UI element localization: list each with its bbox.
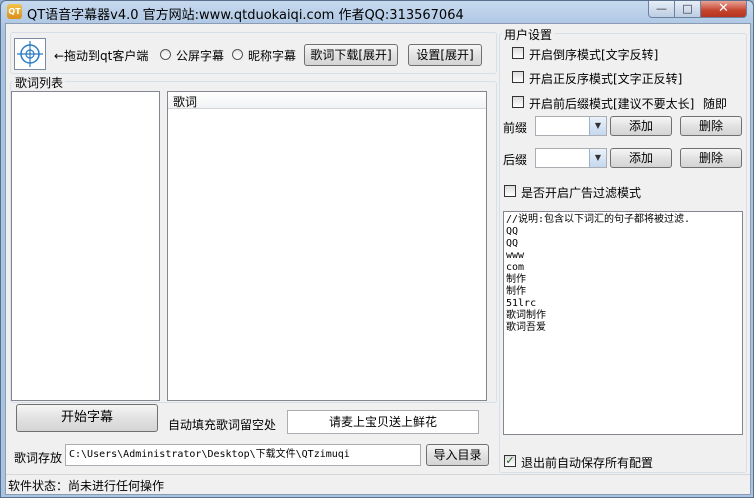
filter-word-line: 制作 <box>506 286 526 297</box>
forward-reverse-mode-label: 开启正反序模式[文字正反转] <box>529 72 683 86</box>
ad-filter-checkbox[interactable] <box>504 185 516 197</box>
filter-word-line: www <box>506 250 525 261</box>
lyrics-column-header[interactable]: 歌词 <box>168 92 465 109</box>
status-bar: 软件状态：尚未进行任何操作 <box>6 474 750 495</box>
public-subtitle-radio[interactable] <box>160 49 171 60</box>
minimize-button[interactable]: — <box>648 1 675 18</box>
public-subtitle-label: 公屏字幕 <box>176 49 225 63</box>
lyrics-download-button[interactable]: 歌词下载[展开] <box>304 44 398 66</box>
prefix-label: 前缀 <box>503 121 528 135</box>
filter-word-line: 制作 <box>506 274 526 285</box>
lyrics-file-list[interactable] <box>11 91 160 401</box>
lyrics-column-header-label: 歌词 <box>173 95 198 109</box>
suffix-label: 后缀 <box>503 153 528 167</box>
reverse-mode-label: 开启倒序模式[文字反转] <box>529 48 659 62</box>
import-directory-button[interactable]: 导入目录 <box>426 444 489 466</box>
random-label: 随即 <box>703 97 728 111</box>
suffix-delete-button[interactable]: 删除 <box>680 148 742 168</box>
prefix-chevron-down-icon[interactable]: ▼ <box>589 117 606 135</box>
filter-word-line: 51lrc <box>506 298 537 309</box>
suffix-chevron-down-icon[interactable]: ▼ <box>589 149 606 167</box>
prefix-delete-button[interactable]: 删除 <box>680 116 742 136</box>
user-settings-title: 用户设置 <box>502 26 555 43</box>
app-window: QT QT语音字幕器v4.0 官方网站:www.qtduokaiqi.com 作… <box>0 0 754 498</box>
client-area: ←拖动到qt客户端 公屏字幕 昵称字幕 歌词下载[展开] 设置[展开] 歌词列表… <box>5 23 751 495</box>
settings-expand-button[interactable]: 设置[展开] <box>408 44 482 66</box>
prefix-select[interactable]: ▼ <box>535 116 607 136</box>
lyrics-column-header-filler <box>464 92 486 109</box>
filter-word-line: QQ <box>506 226 519 237</box>
filter-word-line: 歌词制作 <box>506 310 546 321</box>
reverse-mode-checkbox[interactable] <box>512 47 524 59</box>
close-button[interactable]: ✕ <box>701 1 747 18</box>
filter-word-line: com <box>506 262 525 273</box>
window-title: QT语音字幕器v4.0 官方网站:www.qtduokaiqi.com 作者QQ… <box>27 8 464 23</box>
save-path-input[interactable]: C:\Users\Administrator\Desktop\下载文件\QTzi… <box>65 444 421 466</box>
nickname-subtitle-label: 昵称字幕 <box>248 49 297 63</box>
filter-word-line: //说明:包含以下词汇的句子都将被过滤. <box>506 214 691 225</box>
suffix-add-button[interactable]: 添加 <box>610 148 672 168</box>
prefix-add-button[interactable]: 添加 <box>610 116 672 136</box>
maximize-button[interactable]: □ <box>675 1 701 18</box>
auto-fill-input[interactable]: 请麦上宝贝送上鲜花 <box>287 410 479 434</box>
suffix-select[interactable]: ▼ <box>535 148 607 168</box>
save-path-label: 歌词存放 <box>14 451 63 465</box>
drag-hint-label: ←拖动到qt客户端 <box>54 49 149 63</box>
lyrics-content-list[interactable]: 歌词 <box>167 91 487 401</box>
prefix-suffix-mode-label: 开启前后缀模式[建议不要太长] <box>529 97 695 111</box>
forward-reverse-mode-checkbox[interactable] <box>512 71 524 83</box>
ad-filter-label: 是否开启广告过滤模式 <box>521 186 642 200</box>
start-subtitle-button[interactable]: 开始字幕 <box>16 404 158 432</box>
prefix-suffix-mode-checkbox[interactable] <box>512 96 524 108</box>
filter-word-line: QQ <box>506 238 519 249</box>
title-bar[interactable]: QT QT语音字幕器v4.0 官方网站:www.qtduokaiqi.com 作… <box>1 1 753 23</box>
status-text: 软件状态：尚未进行任何操作 <box>8 479 165 493</box>
app-logo-icon: QT <box>7 4 22 19</box>
auto-fill-label: 自动填充歌词留空处 <box>168 418 277 432</box>
lyrics-list-title: 歌词列表 <box>13 74 66 91</box>
filter-word-line: 歌词吾爱 <box>506 322 546 333</box>
autosave-label: 退出前自动保存所有配置 <box>521 456 654 470</box>
filter-words-textarea[interactable]: //说明:包含以下词汇的句子都将被过滤. QQ QQ www com 制作 制作 51lrc 歌… <box>503 211 743 435</box>
nickname-subtitle-radio[interactable] <box>232 49 243 60</box>
drag-target-icon[interactable] <box>14 38 46 70</box>
autosave-checkbox[interactable]: ✓ <box>504 455 516 467</box>
